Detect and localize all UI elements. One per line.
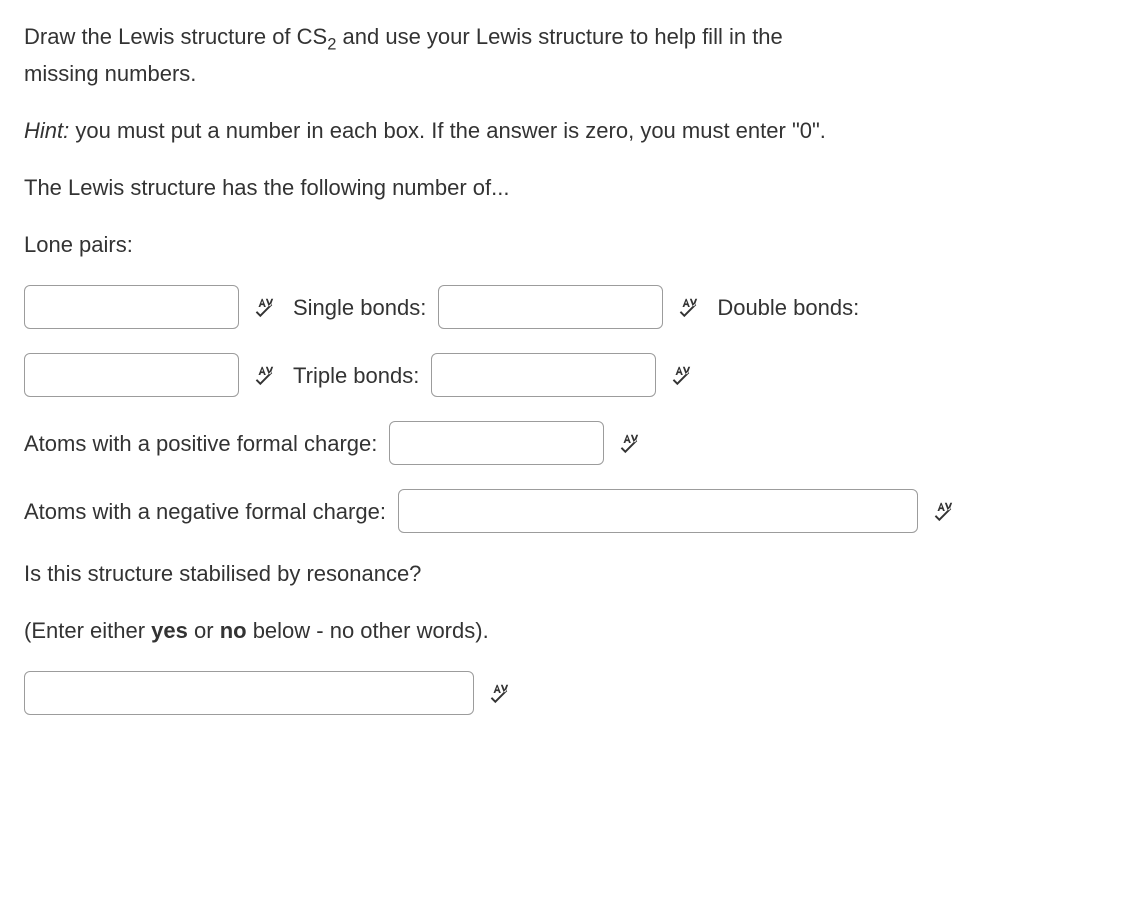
question-part1: Draw the Lewis structure of CS bbox=[24, 24, 327, 49]
neg-formal-charge-label: Atoms with a negative formal charge: bbox=[24, 495, 386, 528]
resonance-instr-pre: (Enter either bbox=[24, 618, 151, 643]
question-part2: and use your Lewis structure to help fil… bbox=[336, 24, 782, 49]
single-bonds-label: Single bonds: bbox=[293, 291, 426, 324]
spellcheck-icon[interactable] bbox=[932, 500, 954, 522]
resonance-question: Is this structure stabilised by resonanc… bbox=[24, 557, 1108, 590]
hint-text: Hint: you must put a number in each box.… bbox=[24, 114, 1108, 147]
resonance-yes: yes bbox=[151, 618, 188, 643]
row-resonance bbox=[24, 671, 1108, 715]
spellcheck-icon[interactable] bbox=[677, 296, 699, 318]
resonance-instr-post: below - no other words). bbox=[247, 618, 489, 643]
hint-label: Hint: bbox=[24, 118, 69, 143]
pos-formal-charge-input[interactable] bbox=[389, 421, 604, 465]
row-pos-charge: Atoms with a positive formal charge: bbox=[24, 421, 1108, 465]
question-part3: missing numbers. bbox=[24, 61, 196, 86]
spellcheck-icon[interactable] bbox=[253, 296, 275, 318]
lone-pairs-input[interactable] bbox=[24, 285, 239, 329]
lone-pairs-label: Lone pairs: bbox=[24, 228, 1108, 261]
hint-body: you must put a number in each box. If th… bbox=[69, 118, 826, 143]
resonance-no: no bbox=[220, 618, 247, 643]
resonance-instruction: (Enter either yes or no below - no other… bbox=[24, 614, 1108, 647]
spellcheck-icon[interactable] bbox=[253, 364, 275, 386]
double-bonds-label: Double bonds: bbox=[717, 291, 859, 324]
row-bonds-2: Triple bonds: bbox=[24, 353, 1108, 397]
spellcheck-icon[interactable] bbox=[488, 682, 510, 704]
row-bonds-1: Single bonds: Double bonds: bbox=[24, 285, 1108, 329]
resonance-input[interactable] bbox=[24, 671, 474, 715]
pos-formal-charge-label: Atoms with a positive formal charge: bbox=[24, 427, 377, 460]
triple-bonds-input[interactable] bbox=[431, 353, 656, 397]
intro-text: The Lewis structure has the following nu… bbox=[24, 171, 1108, 204]
double-bonds-input[interactable] bbox=[24, 353, 239, 397]
single-bonds-input[interactable] bbox=[438, 285, 663, 329]
triple-bonds-label: Triple bonds: bbox=[293, 359, 419, 392]
neg-formal-charge-input[interactable] bbox=[398, 489, 918, 533]
spellcheck-icon[interactable] bbox=[670, 364, 692, 386]
resonance-mid: or bbox=[188, 618, 220, 643]
question-text: Draw the Lewis structure of CS2 and use … bbox=[24, 20, 1108, 90]
row-neg-charge: Atoms with a negative formal charge: bbox=[24, 489, 1108, 533]
spellcheck-icon[interactable] bbox=[618, 432, 640, 454]
